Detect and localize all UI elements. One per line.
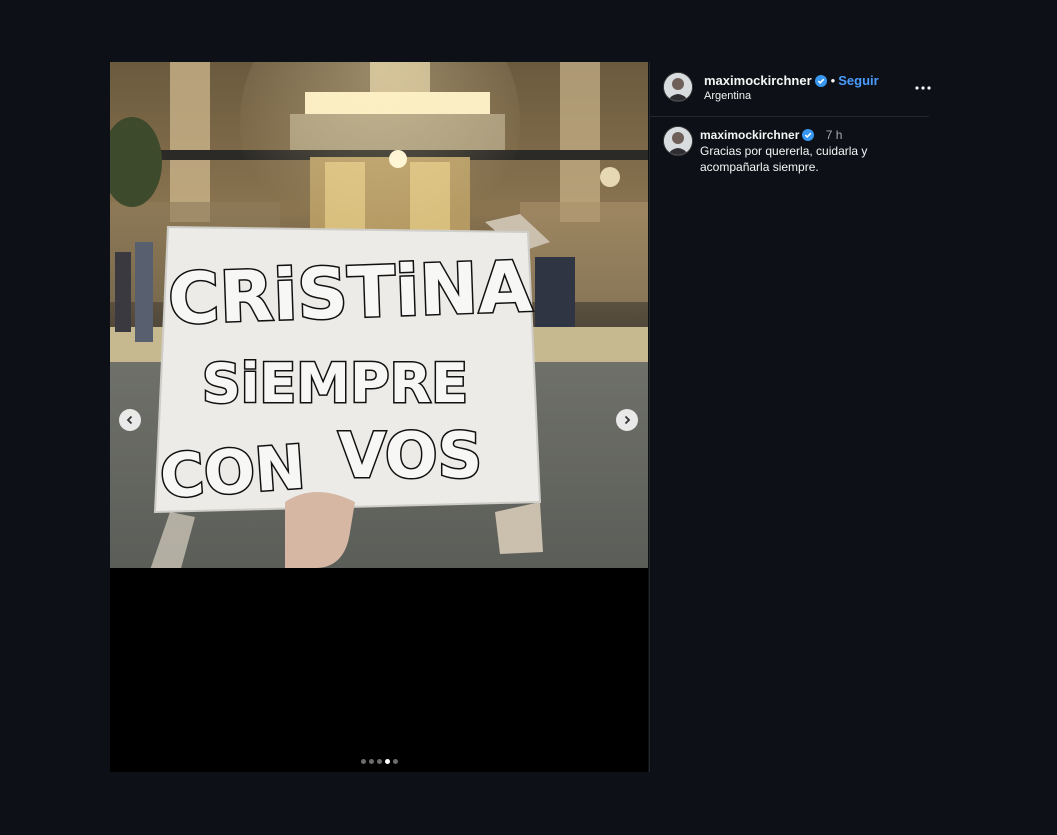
post-modal-backdrop[interactable]: CRiSTiNA SiEMPRE CON VOS maximockirchner… xyxy=(0,0,1057,835)
post-author: maximockirchner • Seguir xyxy=(704,73,879,88)
username-link[interactable]: maximockirchner xyxy=(700,127,799,143)
more-options-icon[interactable] xyxy=(914,82,932,94)
separator-dot: • xyxy=(830,73,836,88)
post-header: maximockirchner • Seguir Argentina xyxy=(650,62,932,117)
chevron-left-icon[interactable] xyxy=(119,409,141,431)
follow-button[interactable]: Seguir xyxy=(838,73,878,88)
timestamp[interactable]: 7 h xyxy=(826,128,843,142)
post-details-panel: maximockirchner • Seguir Argentina maxim… xyxy=(649,62,938,772)
avatar[interactable] xyxy=(664,73,692,101)
location-link[interactable]: Argentina xyxy=(704,90,751,102)
verified-badge-icon xyxy=(802,129,815,141)
carousel-dot xyxy=(360,759,366,764)
avatar[interactable] xyxy=(664,127,692,155)
username-link[interactable]: maximockirchner xyxy=(704,73,812,88)
carousel-dot xyxy=(384,759,390,764)
post-media-carousel[interactable]: CRiSTiNA SiEMPRE CON VOS xyxy=(110,62,648,772)
sign-text-line-3: CON xyxy=(158,433,308,513)
sign-text-line-1: CRiSTiNA xyxy=(167,246,534,341)
chevron-right-icon[interactable] xyxy=(616,409,638,431)
caption-author: maximockirchner xyxy=(700,127,815,143)
sign-text-line-2: SiEMPRE xyxy=(202,352,468,415)
caption-body: maximockirchner 7 h Gracias por quererla… xyxy=(700,127,900,175)
carousel-dot xyxy=(368,759,374,764)
carousel-dot xyxy=(376,759,382,764)
carousel-indicator xyxy=(110,759,648,764)
post-photo: CRiSTiNA SiEMPRE CON VOS xyxy=(110,62,648,568)
sign-text-line-4: VOS xyxy=(338,419,482,492)
caption-text: Gracias por quererla, cuidarla y acompañ… xyxy=(700,144,868,174)
verified-badge-icon xyxy=(814,74,827,87)
carousel-dot xyxy=(392,759,398,764)
